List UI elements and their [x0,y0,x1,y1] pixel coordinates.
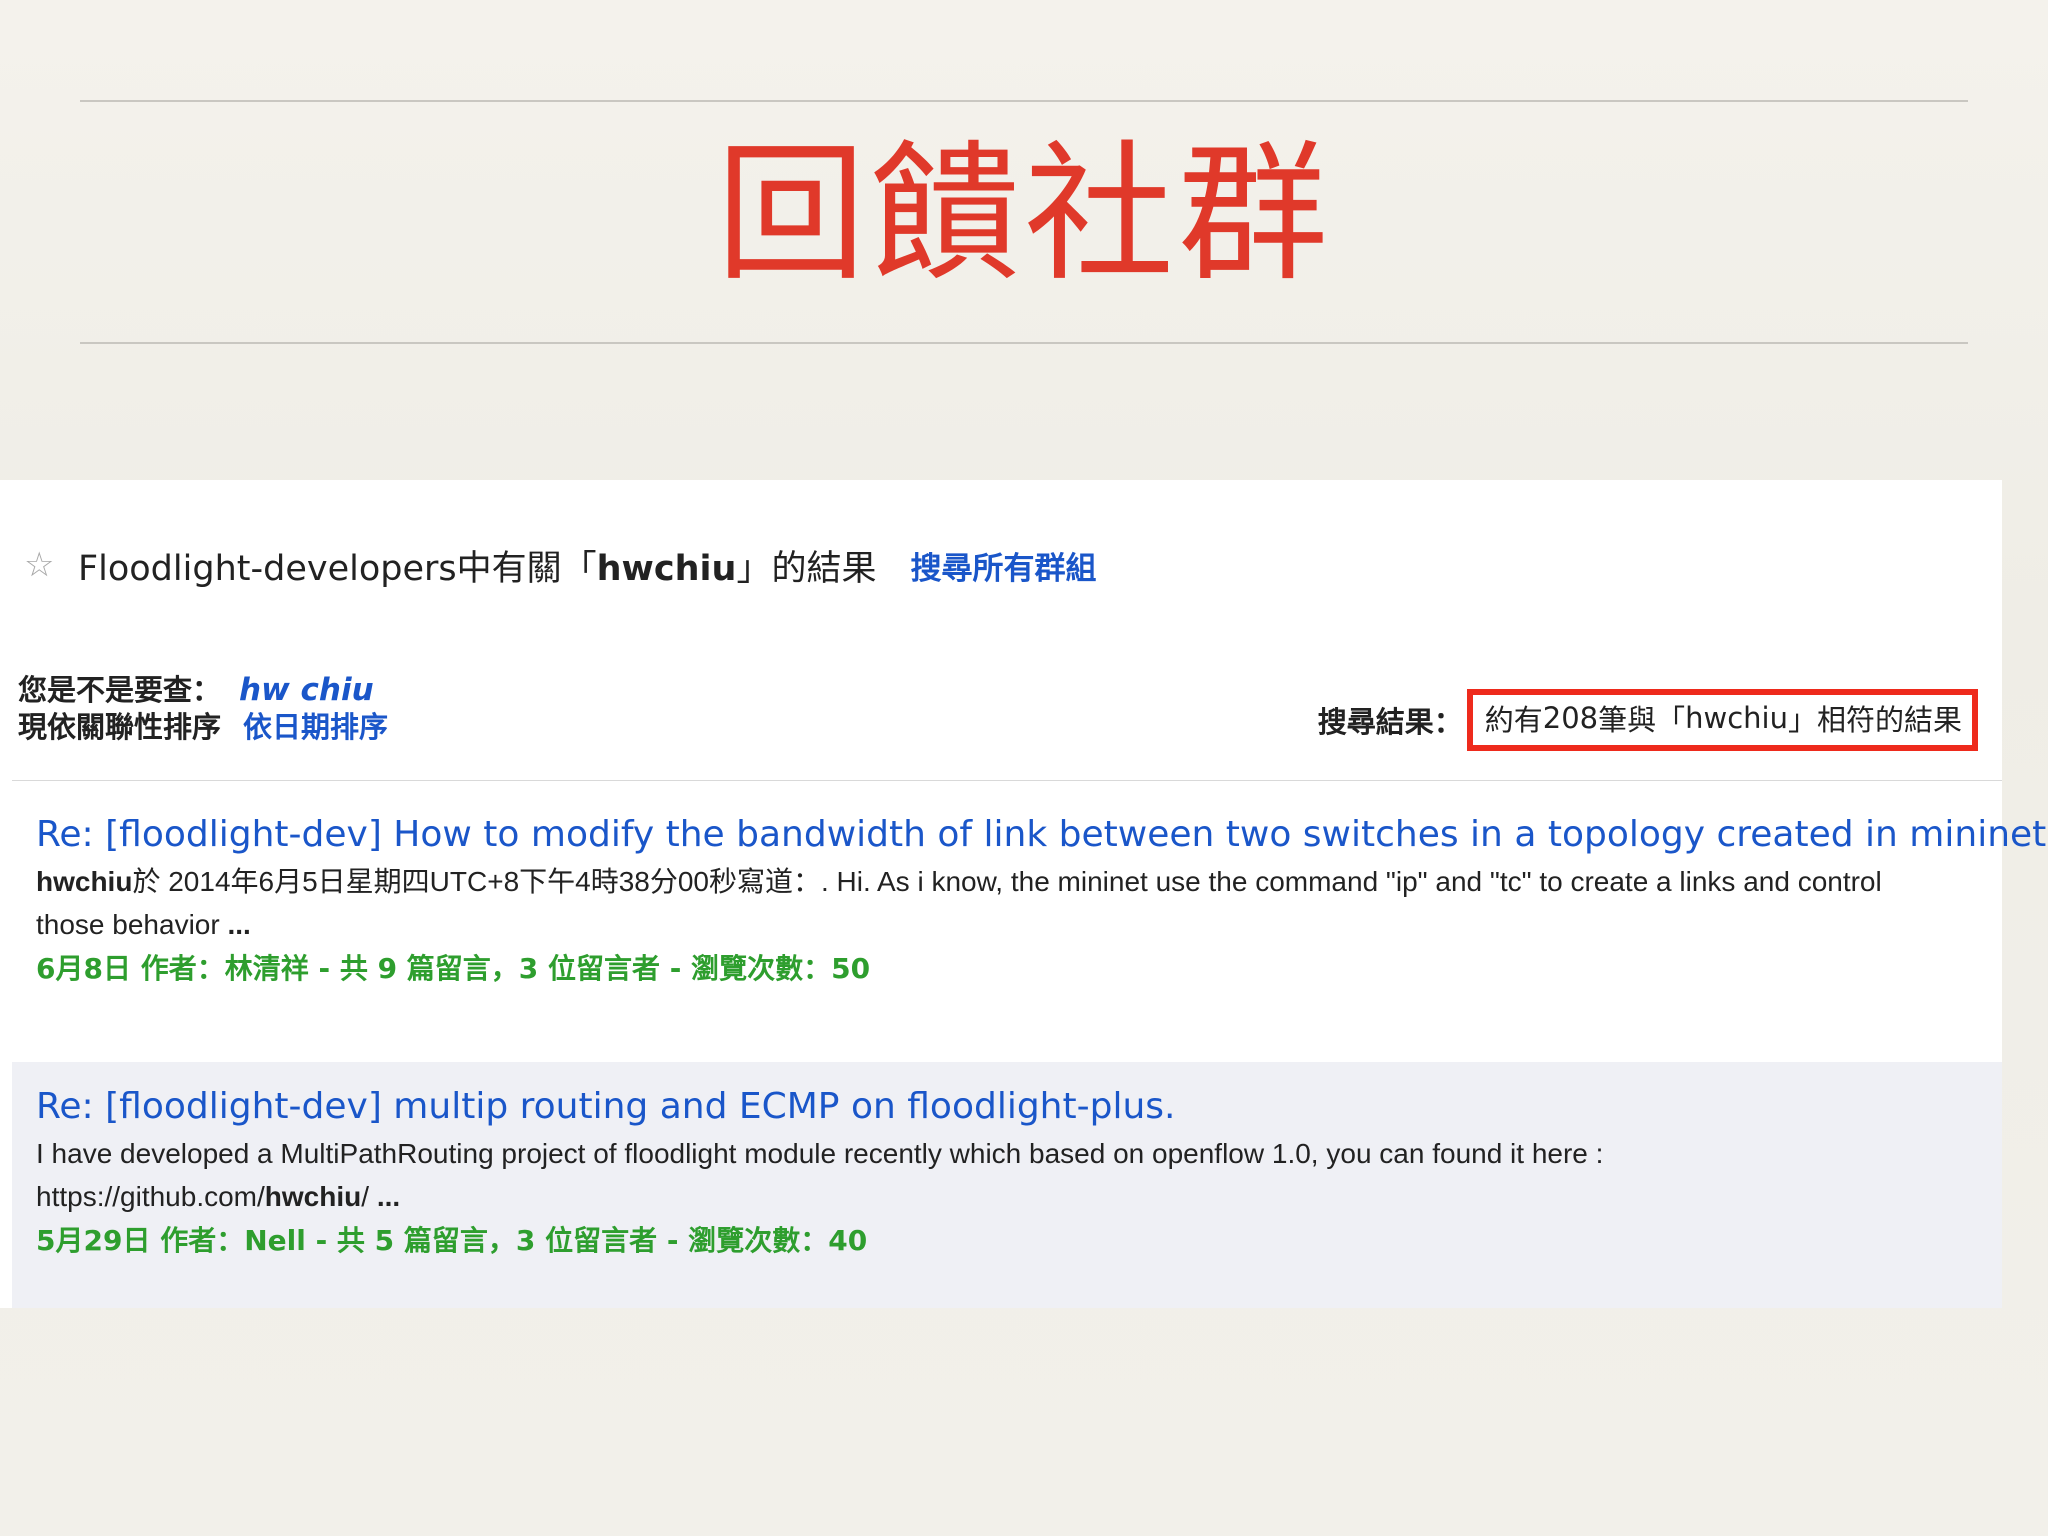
group-title-suffix: 」的結果 [736,548,877,589]
result-snippet: I have developed a MultiPathRouting proj… [36,1132,1916,1218]
snippet-text-end: / [361,1181,377,1212]
snippet-text: 於 2014年6月5日星期四UTC+8下午4時38分00秒寫道：. Hi. As… [36,866,1882,940]
result-count-prefix: 約有 [1484,703,1543,737]
result-count: 208 [1542,701,1599,735]
result-meta: 5月29日 作者：Nell - 共 5 篇留言，3 位留言者 - 瀏覽次數：40 [36,1224,868,1257]
did-you-mean: 您是不是要查： hw chiu [18,667,374,709]
result-count-highlight: 約有 208 筆與「 hwchiu 」相符的結果 [1466,689,1978,751]
result-item: Re: [floodlight-dev] How to modify the b… [12,810,2048,1036]
sort-by-date-link[interactable]: 依日期排序 [243,710,388,744]
snippet-ellipsis: ... [376,1181,401,1212]
result-count-query: hwchiu [1685,701,1788,735]
snippet-author: hwchiu [36,866,133,897]
result-title-link[interactable]: Re: [floodlight-dev] multip routing and … [36,1082,1982,1132]
did-you-mean-label: 您是不是要查： [18,673,222,707]
sort-options: 現依關聯性排序 依日期排序 [18,704,388,746]
group-results-title: Floodlight-developers中有關「hwchiu」的結果 [78,540,876,591]
result-summary-label: 搜尋結果： [1317,705,1463,739]
result-snippet: hwchiu於 2014年6月5日星期四UTC+8下午4時38分00秒寫道：. … [36,860,1916,946]
result-summary: 搜尋結果： 約有 208 筆與「 hwchiu 」相符的結果 [1317,689,1978,751]
star-icon[interactable]: ☆ [24,548,56,582]
current-sort-label: 現依關聯性排序 [18,710,222,744]
group-header: ☆ Floodlight-developers中有關「hwchiu」的結果 搜尋… [24,540,1096,590]
result-item: Re: [floodlight-dev] multip routing and … [12,1062,2002,1308]
search-all-groups-link[interactable]: 搜尋所有群組 [910,543,1096,588]
snippet-ellipsis: ... [227,909,251,940]
slide-title: 回饋社群 [715,128,1332,302]
result-title-link[interactable]: Re: [floodlight-dev] How to modify the b… [36,810,2048,860]
did-you-mean-link[interactable]: hw chiu [239,672,374,708]
bottom-rule [80,342,1968,344]
result-count-middle: 筆與「 [1598,703,1686,737]
group-title-query: hwchiu [596,548,737,589]
snippet-highlight: hwchiu [264,1181,362,1212]
search-results-screenshot: ☆ Floodlight-developers中有關「hwchiu」的結果 搜尋… [0,480,2048,1308]
top-rule [80,100,1968,102]
result-meta: 6月8日 作者：林清祥 - 共 9 篇留言，3 位留言者 - 瀏覽次數：50 [36,952,871,985]
group-title-prefix: Floodlight-developers中有關「 [78,548,597,589]
results-divider [12,780,2002,781]
result-count-suffix: 」相符的結果 [1787,703,1962,737]
